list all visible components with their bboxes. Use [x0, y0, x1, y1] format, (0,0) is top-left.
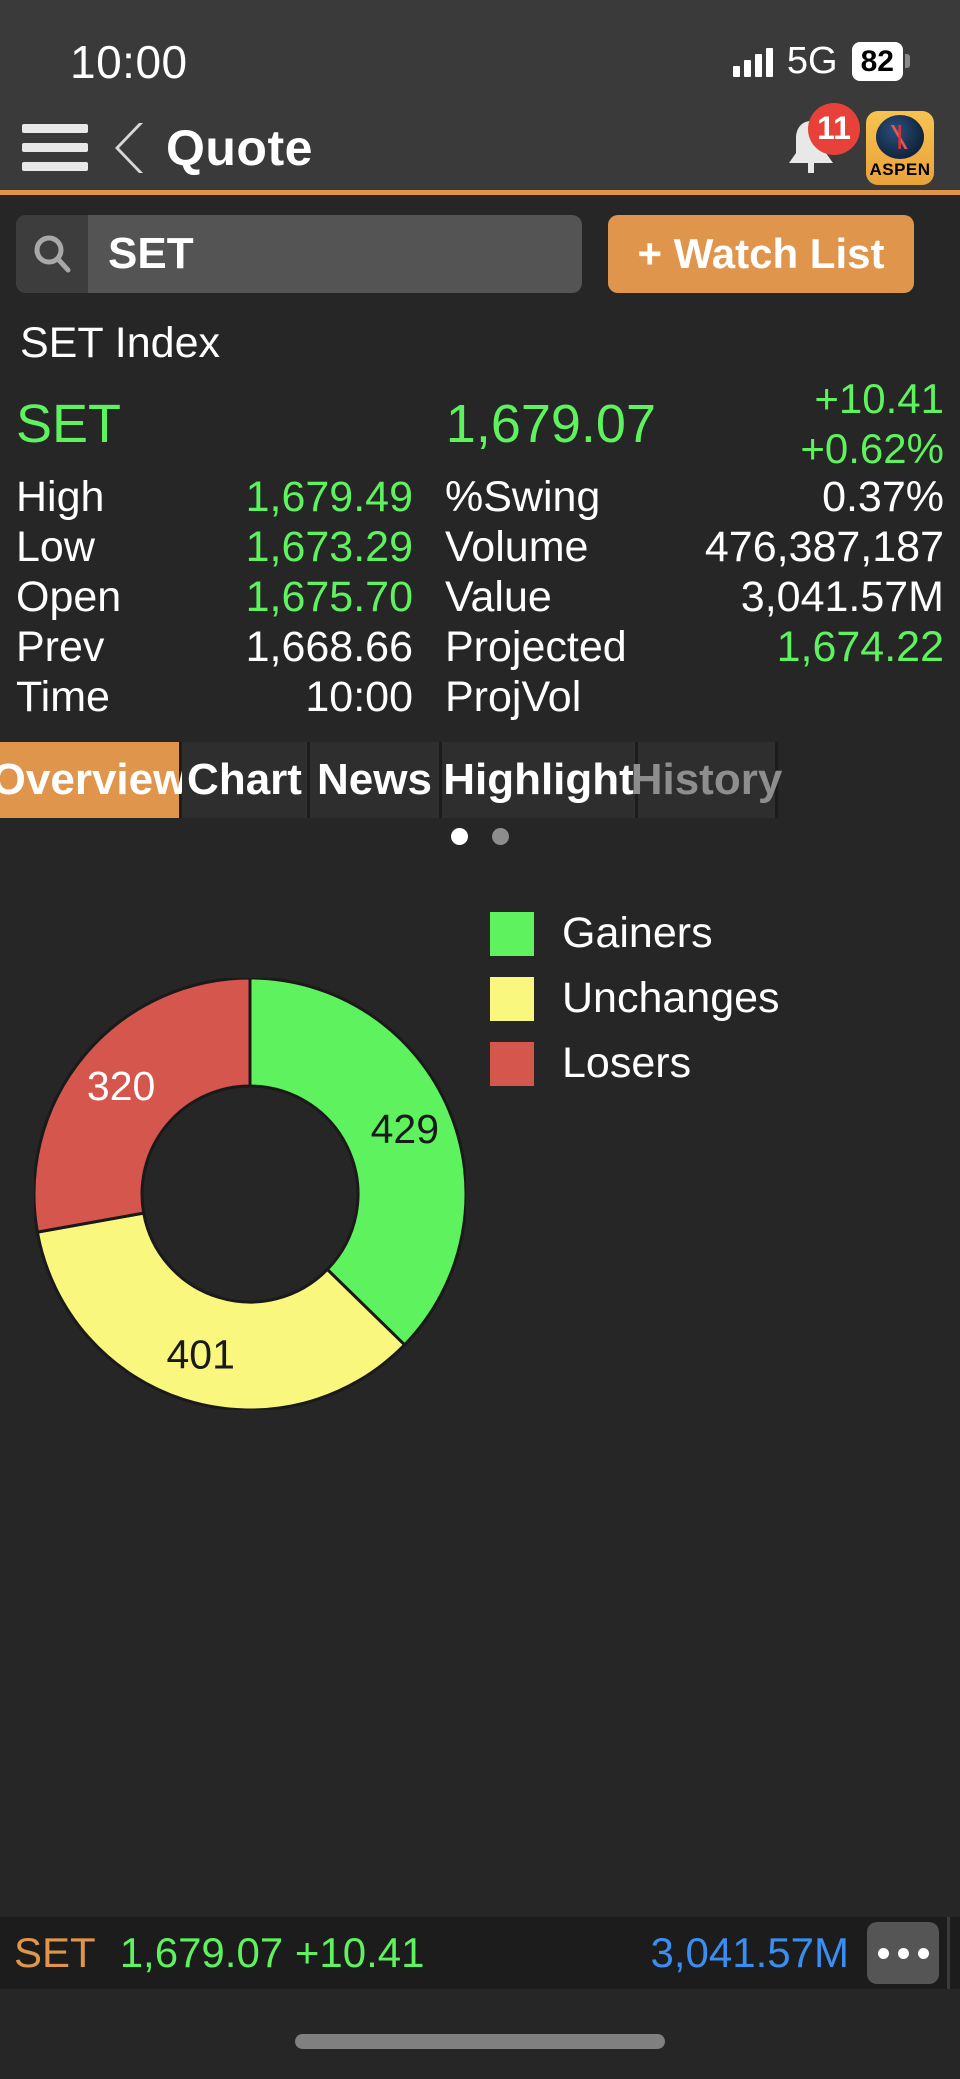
chart-legend: Gainers Unchanges Losers — [490, 906, 960, 1101]
search-icon — [16, 215, 88, 293]
legend-label: Losers — [562, 1039, 691, 1088]
stat-value — [665, 672, 944, 722]
app-screen: 10:00 5G 82 Quote 11 — [0, 0, 960, 2079]
stat-label: Prev — [16, 622, 166, 672]
donut-slice-label: 401 — [166, 1332, 234, 1378]
globe-icon — [876, 115, 924, 159]
legend-label: Gainers — [562, 909, 713, 958]
tab-highlight[interactable]: Highlight — [442, 742, 638, 818]
home-indicator[interactable] — [295, 2034, 665, 2049]
page-title: Quote — [166, 119, 313, 177]
stat-value: 476,387,187 — [665, 522, 944, 572]
stat-label: ProjVol — [445, 672, 665, 722]
quote-change-pct: +0.62% — [694, 424, 944, 474]
battery-nub — [905, 54, 910, 68]
stat-label: High — [16, 472, 166, 522]
page-dot-2[interactable] — [492, 828, 509, 845]
stat-label: Open — [16, 572, 166, 622]
battery-icon: 82 — [852, 42, 910, 81]
network-type-label: 5G — [787, 40, 838, 83]
notification-badge: 11 — [808, 103, 860, 155]
status-time: 10:00 — [70, 35, 188, 89]
market-breadth-panel: Gainers Unchanges Losers 429 401 320 — [0, 818, 960, 1718]
quote-symbol: SET — [16, 393, 316, 455]
nav-bar: Quote 11 ASPEN — [0, 105, 960, 195]
stat-value: 0.37% — [665, 472, 944, 522]
page-dot-1[interactable] — [451, 828, 468, 845]
stat-value: 1,675.70 — [166, 572, 445, 622]
ticker-value: 3,041.57M — [651, 1929, 849, 1977]
donut-slice-gainers[interactable] — [250, 978, 466, 1345]
legend-swatch — [490, 912, 534, 956]
quote-headline: SET 1,679.07 +10.41 +0.62% — [16, 376, 944, 472]
stat-value: 3,041.57M — [665, 572, 944, 622]
legend-label: Unchanges — [562, 974, 780, 1023]
quote-stats-grid: High1,679.49%Swing0.37% Low1,673.29Volume… — [16, 472, 944, 722]
status-bar: 10:00 5G 82 — [0, 0, 960, 105]
search-box[interactable] — [16, 215, 582, 293]
stat-value: 1,674.22 — [665, 622, 944, 672]
bottom-ticker-bar: SET 1,679.07 +10.41 3,041.57M — [0, 1917, 960, 1989]
donut-slice-label: 429 — [371, 1106, 439, 1152]
search-row: + Watch List — [0, 195, 960, 305]
legend-item: Losers — [490, 1036, 960, 1091]
quote-last-price: 1,679.07 — [316, 393, 694, 455]
quote-change-abs: +10.41 — [694, 374, 944, 424]
back-chevron-icon[interactable] — [106, 120, 152, 176]
stat-label: %Swing — [445, 472, 665, 522]
stat-label: Volume — [445, 522, 665, 572]
legend-item: Gainers — [490, 906, 960, 961]
stat-label: Projected — [445, 622, 665, 672]
nav-actions: 11 ASPEN — [780, 111, 934, 185]
search-input[interactable] — [88, 215, 582, 293]
aspen-app-logo[interactable]: ASPEN — [866, 111, 934, 185]
stat-value: 10:00 — [166, 672, 445, 722]
notification-bell-icon[interactable]: 11 — [780, 115, 842, 181]
quote-change: +10.41 +0.62% — [694, 374, 944, 473]
app-logo-label: ASPEN — [869, 160, 930, 180]
stat-value: 1,673.29 — [166, 522, 445, 572]
signal-bars-icon — [733, 47, 773, 77]
ticker-price-change: 1,679.07 +10.41 — [120, 1929, 425, 1977]
more-dots-icon[interactable] — [867, 1922, 939, 1984]
tab-news[interactable]: News — [310, 742, 442, 818]
tab-overview[interactable]: Overview — [0, 742, 182, 818]
ticker-symbol[interactable]: SET — [14, 1929, 96, 1977]
donut-slice-label: 320 — [87, 1063, 155, 1109]
add-watchlist-button[interactable]: + Watch List — [608, 215, 914, 293]
battery-percent: 82 — [852, 42, 903, 81]
tab-bar: OverviewChartNewsHighlightHistory — [0, 742, 960, 818]
index-name: SET Index — [20, 319, 944, 368]
stat-label: Low — [16, 522, 166, 572]
tab-chart[interactable]: Chart — [182, 742, 310, 818]
stat-label: Time — [16, 672, 166, 722]
stat-value: 1,668.66 — [166, 622, 445, 672]
hamburger-menu-icon[interactable] — [22, 124, 88, 171]
ticker-divider — [947, 1917, 950, 1989]
quote-section: SET Index SET 1,679.07 +10.41 +0.62% Hig… — [0, 319, 960, 722]
stat-label: Value — [445, 572, 665, 622]
legend-item: Unchanges — [490, 971, 960, 1026]
legend-swatch — [490, 977, 534, 1021]
page-indicator-dots — [0, 818, 960, 845]
home-indicator-area — [0, 1989, 960, 2079]
legend-swatch — [490, 1042, 534, 1086]
tab-history[interactable]: History — [638, 742, 778, 818]
donut-chart[interactable]: 429 401 320 — [34, 978, 466, 1410]
status-indicators: 5G 82 — [733, 40, 910, 83]
stat-value: 1,679.49 — [166, 472, 445, 522]
